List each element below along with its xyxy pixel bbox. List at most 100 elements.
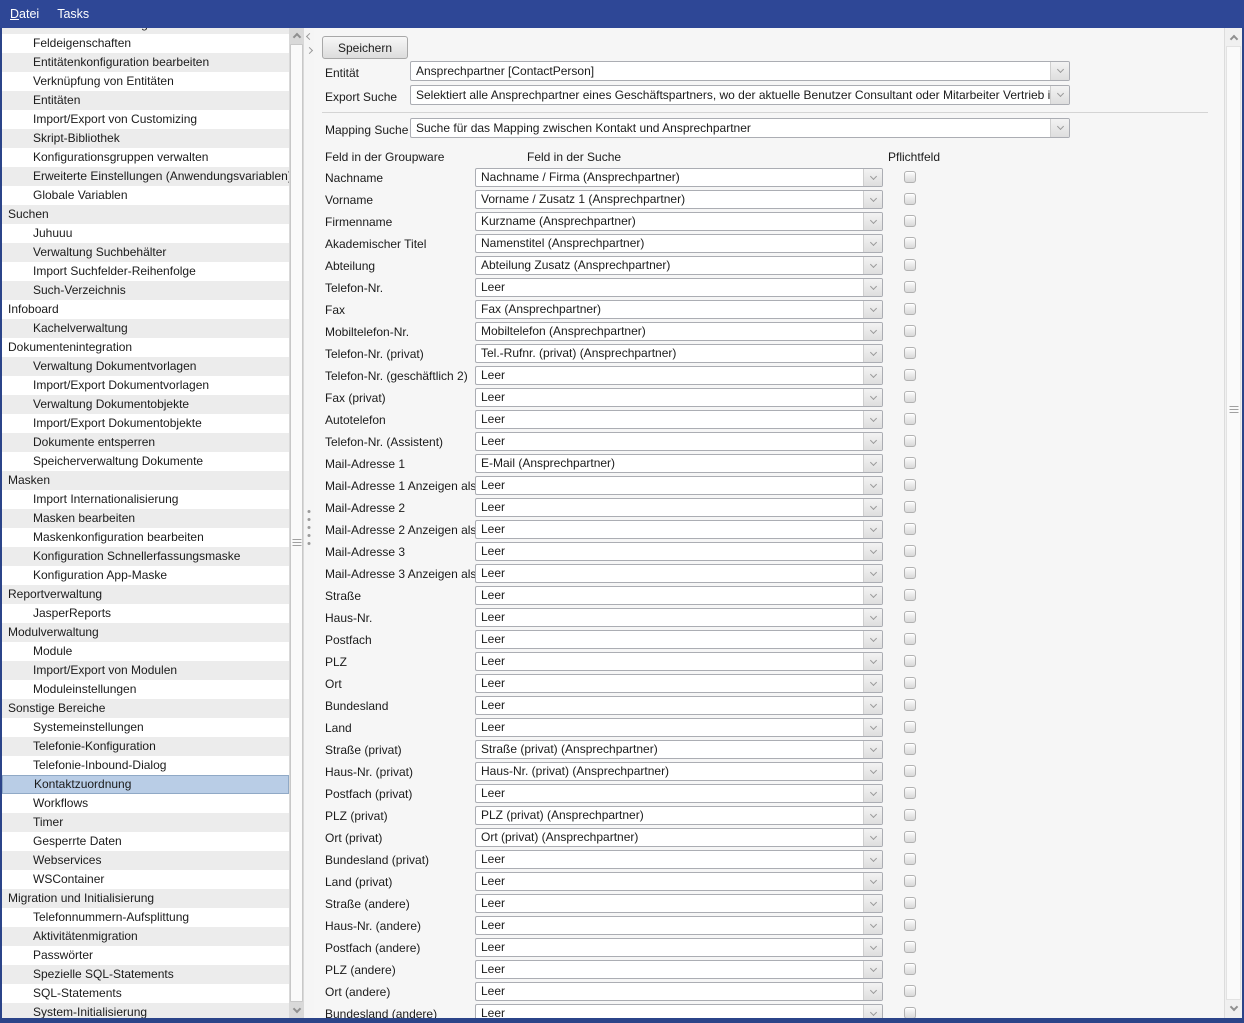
required-checkbox[interactable] [904, 1007, 916, 1018]
required-checkbox[interactable] [904, 501, 916, 513]
sidebar-item[interactable]: Feldeigenschaften [2, 34, 289, 53]
dropdown-button[interactable] [863, 345, 882, 362]
search-field-select[interactable]: Nachname / Firma (Ansprechpartner) [475, 168, 883, 187]
sidebar-splitter[interactable] [304, 28, 314, 1018]
dropdown-button[interactable] [863, 521, 882, 538]
sidebar-item[interactable]: Juhuuu [2, 224, 289, 243]
search-field-select[interactable]: Leer [475, 718, 883, 737]
required-checkbox[interactable] [904, 237, 916, 249]
sidebar-item[interactable]: Erweiterte Einstellungen (Anwendungsvari… [2, 167, 289, 186]
dropdown-button[interactable] [863, 279, 882, 296]
sidebar-scrollbar[interactable] [289, 28, 304, 1018]
required-checkbox[interactable] [904, 193, 916, 205]
required-checkbox[interactable] [904, 259, 916, 271]
search-field-select[interactable]: Leer [475, 586, 883, 605]
required-checkbox[interactable] [904, 809, 916, 821]
search-field-select[interactable]: Leer [475, 850, 883, 869]
search-field-select[interactable]: Leer [475, 366, 883, 385]
search-field-select[interactable]: PLZ (privat) (Ansprechpartner) [475, 806, 883, 825]
required-checkbox[interactable] [904, 677, 916, 689]
search-field-select[interactable]: Leer [475, 652, 883, 671]
sidebar-item[interactable]: Telefonnummern-Aufsplittung [2, 908, 289, 927]
search-field-select[interactable]: Leer [475, 696, 883, 715]
collapse-left-icon[interactable] [305, 30, 314, 42]
required-checkbox[interactable] [904, 611, 916, 623]
search-field-select[interactable]: Kurzname (Ansprechpartner) [475, 212, 883, 231]
dropdown-button[interactable] [863, 917, 882, 934]
dropdown-button[interactable] [863, 169, 882, 186]
search-field-select[interactable]: Leer [475, 476, 883, 495]
sidebar-item[interactable]: Suchen [2, 205, 289, 224]
required-checkbox[interactable] [904, 633, 916, 645]
sidebar-item[interactable]: Import Suchfelder-Reihenfolge [2, 262, 289, 281]
search-field-select[interactable]: Ort (privat) (Ansprechpartner) [475, 828, 883, 847]
required-checkbox[interactable] [904, 369, 916, 381]
sidebar-item[interactable]: Telefonie-Konfiguration [2, 737, 289, 756]
dropdown-button[interactable] [863, 411, 882, 428]
required-checkbox[interactable] [904, 171, 916, 183]
sidebar-item[interactable]: Konfiguration Schnellerfassungsmaske [2, 547, 289, 566]
search-field-select[interactable]: Leer [475, 608, 883, 627]
required-checkbox[interactable] [904, 413, 916, 425]
export-search-select[interactable]: Selektiert alle Ansprechpartner eines Ge… [410, 85, 1070, 105]
sidebar-item[interactable]: Migration und Initialisierung [2, 889, 289, 908]
required-checkbox[interactable] [904, 853, 916, 865]
dropdown-button[interactable] [863, 587, 882, 604]
dropdown-button[interactable] [863, 235, 882, 252]
sidebar-item[interactable]: Telefonie-Inbound-Dialog [2, 756, 289, 775]
search-field-select[interactable]: Leer [475, 784, 883, 803]
dropdown-button[interactable] [863, 939, 882, 956]
sidebar-item[interactable]: Import Internationalisierung [2, 490, 289, 509]
sidebar-item[interactable]: Reportverwaltung [2, 585, 289, 604]
required-checkbox[interactable] [904, 589, 916, 601]
search-field-select[interactable]: Leer [475, 410, 883, 429]
dropdown-button[interactable] [863, 499, 882, 516]
dropdown-button[interactable] [863, 213, 882, 230]
search-field-select[interactable]: Leer [475, 388, 883, 407]
dropdown-button[interactable] [863, 1005, 882, 1018]
sidebar-scroll-thumb[interactable] [290, 44, 303, 1002]
sidebar-scroll-down-icon[interactable] [289, 1003, 304, 1018]
search-field-select[interactable]: E-Mail (Ansprechpartner) [475, 454, 883, 473]
dropdown-button[interactable] [863, 741, 882, 758]
search-field-select[interactable]: Leer [475, 872, 883, 891]
required-checkbox[interactable] [904, 457, 916, 469]
dropdown-button[interactable] [863, 455, 882, 472]
dropdown-button[interactable] [863, 785, 882, 802]
required-checkbox[interactable] [904, 523, 916, 535]
search-field-select[interactable]: Leer [475, 278, 883, 297]
search-field-select[interactable]: Leer [475, 520, 883, 539]
search-field-select[interactable]: Leer [475, 960, 883, 979]
sidebar-item[interactable]: Module [2, 642, 289, 661]
dropdown-button[interactable] [863, 543, 882, 560]
required-checkbox[interactable] [904, 347, 916, 359]
search-field-select[interactable]: Leer [475, 498, 883, 517]
dropdown-button[interactable] [863, 631, 882, 648]
search-field-select[interactable]: Leer [475, 630, 883, 649]
sidebar-item[interactable]: Konfigurationsgruppen verwalten [2, 148, 289, 167]
sidebar-item[interactable]: Infoboard [2, 300, 289, 319]
sidebar-item[interactable]: JasperReports [2, 604, 289, 623]
menu-item-datei[interactable]: Datei [10, 4, 47, 25]
dropdown-button[interactable] [863, 389, 882, 406]
search-field-select[interactable]: Mobiltelefon (Ansprechpartner) [475, 322, 883, 341]
search-field-select[interactable]: Leer [475, 982, 883, 1001]
search-field-select[interactable]: Fax (Ansprechpartner) [475, 300, 883, 319]
search-field-select[interactable]: Leer [475, 1004, 883, 1018]
required-checkbox[interactable] [904, 435, 916, 447]
sidebar-item[interactable]: Verwaltung Dokumentvorlagen [2, 357, 289, 376]
menu-item-tasks[interactable]: Tasks [57, 4, 97, 25]
dropdown-button[interactable] [1050, 62, 1069, 80]
search-field-select[interactable]: Leer [475, 894, 883, 913]
search-field-select[interactable]: Straße (privat) (Ansprechpartner) [475, 740, 883, 759]
required-checkbox[interactable] [904, 479, 916, 491]
main-scroll-up-icon[interactable] [1225, 30, 1242, 45]
sidebar-item[interactable]: Dokumentenintegration [2, 338, 289, 357]
required-checkbox[interactable] [904, 765, 916, 777]
sidebar-item[interactable]: Webservices [2, 851, 289, 870]
search-field-select[interactable]: Tel.-Rufnr. (privat) (Ansprechpartner) [475, 344, 883, 363]
search-field-select[interactable]: Leer [475, 674, 883, 693]
required-checkbox[interactable] [904, 391, 916, 403]
dropdown-button[interactable] [863, 565, 882, 582]
search-field-select[interactable]: Vorname / Zusatz 1 (Ansprechpartner) [475, 190, 883, 209]
